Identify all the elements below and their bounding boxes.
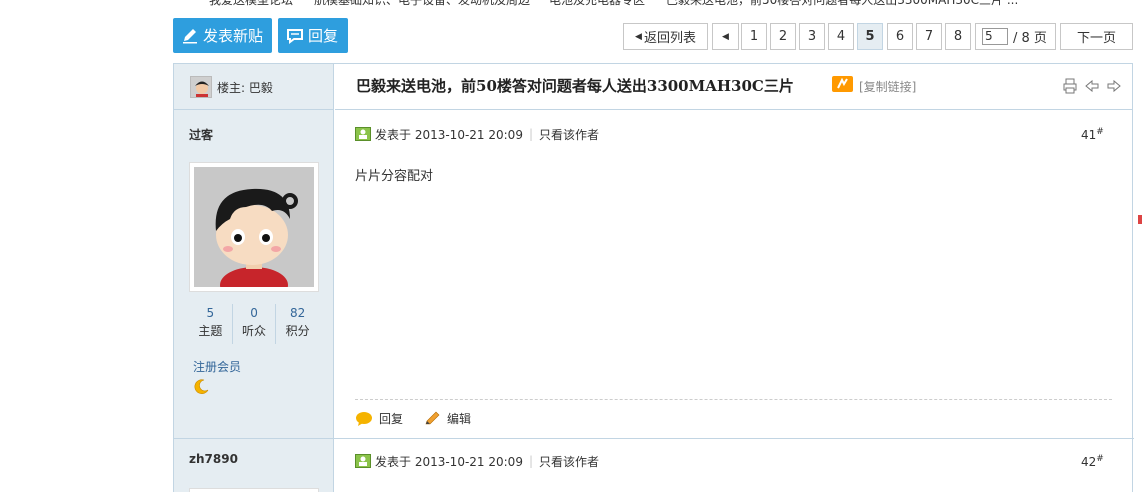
page-link[interactable]: 2: [770, 23, 796, 50]
online-status-icon: [355, 127, 371, 141]
stat-threads[interactable]: 5 主题: [189, 304, 233, 344]
prev-page-button[interactable]: ◀: [712, 23, 739, 50]
page-link[interactable]: 7: [916, 23, 942, 50]
post-reply-button[interactable]: 回复: [379, 410, 403, 427]
post-edit-button[interactable]: 编辑: [447, 410, 471, 427]
reply-bubble-icon: [356, 411, 372, 426]
avatar[interactable]: [189, 162, 319, 292]
owner-avatar[interactable]: [190, 76, 212, 98]
new-post-label: 发表新贴: [203, 27, 264, 45]
edit-pencil-icon: [425, 411, 440, 424]
thread-container: 楼主: 巴毅 巴毅来送电池，前50楼答对问题者每人送出3300MAH30C三片 …: [173, 63, 1134, 492]
breadcrumb: 我爱送模型论坛 航模基础知识、电子设备、发动机及周边 电池及充电器专区 巴毅来送…: [0, 0, 1146, 9]
cartoon-avatar-image: [194, 167, 314, 287]
stat-followers[interactable]: 0 听众: [233, 304, 277, 344]
prev-thread-icon[interactable]: [1084, 78, 1100, 94]
only-author-link[interactable]: 只看该作者: [539, 453, 599, 470]
page-link[interactable]: 4: [828, 23, 854, 50]
stat-value: 82: [290, 306, 306, 320]
post-time: 发表于 2013-10-21 20:09: [375, 127, 523, 142]
back-to-list-label: 返回列表: [643, 31, 696, 46]
next-thread-icon[interactable]: [1106, 78, 1122, 94]
moon-icon: [194, 379, 209, 394]
post-meta: 发表于 2013-10-21 20:09 | 只看该作者: [355, 126, 599, 142]
reply-label: 回复: [308, 27, 339, 45]
owner-label[interactable]: 楼主: 巴毅: [217, 79, 273, 96]
pencil-icon: [183, 28, 197, 43]
breadcrumb-item[interactable]: 我爱送模型论坛: [209, 0, 293, 8]
stat-value: 5: [206, 306, 215, 320]
next-page-button[interactable]: 下一页: [1060, 23, 1133, 50]
post-actions: 回复 编辑: [355, 410, 471, 427]
meta-divider: |: [528, 454, 533, 468]
floor-number[interactable]: 41#: [1081, 127, 1104, 142]
post-content: 片片分容配对: [355, 169, 434, 184]
floor-value: 42: [1081, 455, 1097, 469]
thread-owner: 楼主: 巴毅: [174, 64, 334, 110]
post-separator: [174, 438, 1134, 439]
post-meta: 发表于 2013-10-21 20:09 | 只看该作者: [355, 453, 599, 469]
breadcrumb-item[interactable]: 电池及充电器专区: [549, 0, 645, 8]
page-link[interactable]: 1: [741, 23, 767, 50]
back-to-list-button[interactable]: ◀ 返回列表: [623, 23, 708, 50]
meta-divider: |: [528, 127, 533, 141]
stat-value: 0: [250, 306, 258, 320]
print-icon[interactable]: [1062, 78, 1078, 94]
reply-button[interactable]: 回复: [278, 18, 348, 53]
current-page: 5: [857, 23, 883, 50]
page-total: / 8 页: [1013, 31, 1047, 46]
online-status-icon: [355, 454, 371, 468]
post-time: 发表于 2013-10-21 20:09: [375, 454, 523, 469]
page-jump-input[interactable]: 5: [982, 28, 1008, 45]
forum-thread-page: 我爱送模型论坛 航模基础知识、电子设备、发动机及周边 电池及充电器专区 巴毅来送…: [0, 0, 1146, 492]
new-post-button[interactable]: 发表新贴: [173, 18, 272, 53]
post-author[interactable]: zh7890: [189, 452, 238, 466]
page-link[interactable]: 8: [945, 23, 971, 50]
stat-label: 主题: [198, 324, 223, 338]
author-stats: 5 主题 0 听众 82 积分: [189, 304, 319, 344]
caret-left-icon: ◀: [635, 31, 642, 42]
caret-left-icon: ◀: [722, 31, 729, 42]
post-divider: [355, 399, 1112, 400]
floor-number[interactable]: 42#: [1081, 454, 1104, 469]
post-author[interactable]: 过客: [189, 126, 213, 143]
stat-points[interactable]: 82 积分: [276, 304, 319, 344]
page-jump: 5 / 8 页: [975, 23, 1056, 50]
floor-mark: #: [1096, 454, 1104, 464]
page-link[interactable]: 3: [799, 23, 825, 50]
floor-mark: #: [1096, 127, 1104, 137]
only-author-link[interactable]: 只看该作者: [539, 126, 599, 143]
breadcrumb-item[interactable]: 航模基础知识、电子设备、发动机及周边: [314, 0, 530, 8]
thread-title: 巴毅来送电池，前50楼答对问题者每人送出3300MAH30C三片: [356, 77, 794, 95]
breadcrumb-item[interactable]: 巴毅来送电池，前50楼答对问题者每人送出3300MAH30C三片 ...: [666, 0, 1018, 8]
floor-value: 41: [1081, 128, 1097, 142]
stat-label: 积分: [285, 324, 310, 338]
thread-header: 巴毅来送电池，前50楼答对问题者每人送出3300MAH30C三片 [复制链接]: [335, 64, 1132, 110]
copy-link[interactable]: [复制链接]: [859, 78, 916, 95]
page-link[interactable]: 6: [887, 23, 913, 50]
thread-tools: [1062, 78, 1122, 94]
stat-label: 听众: [242, 324, 267, 338]
scrollbar-marker: [1138, 215, 1142, 224]
speech-bubble-icon: [287, 28, 303, 44]
avatar[interactable]: [189, 488, 319, 492]
user-group[interactable]: 注册会员: [193, 358, 241, 375]
hot-icon: [832, 76, 853, 92]
